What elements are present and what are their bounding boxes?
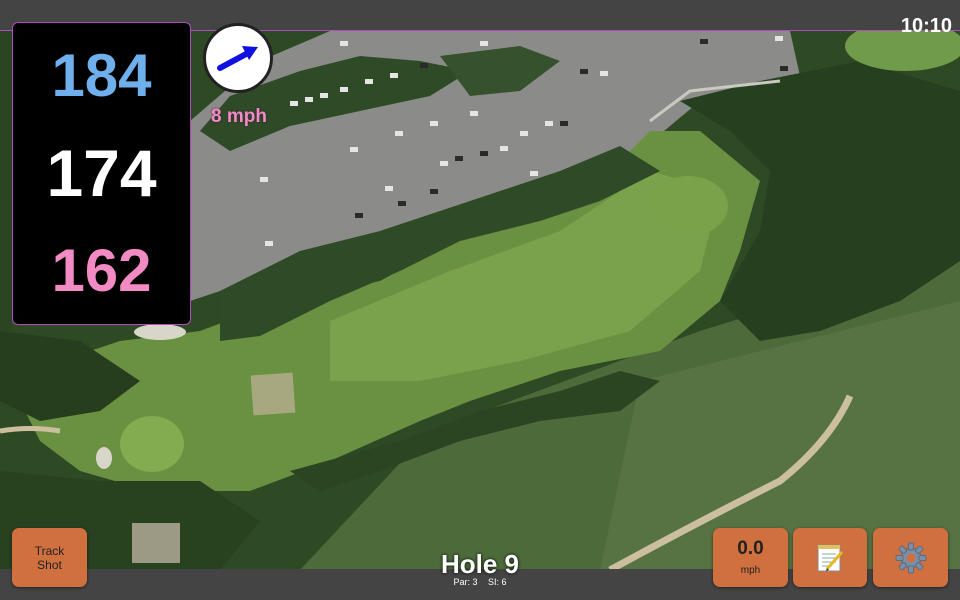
notepad-icon <box>817 544 844 571</box>
middle-distance: 174 <box>46 136 157 210</box>
back-distance: 184 <box>51 42 152 109</box>
gear-icon <box>895 542 926 573</box>
hole-title: Hole 9 <box>440 549 520 579</box>
wind-indicator <box>203 23 273 93</box>
notes-button[interactable] <box>793 528 867 587</box>
wind-arrow-icon <box>217 46 258 71</box>
distance-panel: 184 174 162 <box>12 22 191 325</box>
wind-speed-unit: mph <box>740 565 761 576</box>
clock: 10:10 <box>900 15 952 37</box>
wind-speed-value: 0.0 <box>737 538 764 559</box>
settings-button[interactable] <box>873 528 948 587</box>
track-shot-label-line1: Track <box>34 543 65 558</box>
wind-speed-label: 8 mph <box>211 106 267 127</box>
hole-stroke-index: SI: 6 <box>488 577 507 587</box>
hole-par: Par: 3 <box>453 577 478 587</box>
hole-info: Par: 3 SI: 6 <box>380 577 580 587</box>
front-distance: 162 <box>51 237 152 304</box>
track-shot-label-line2: Shot <box>37 557 62 572</box>
wind-speed-button[interactable]: 0.0 mph <box>713 528 788 587</box>
track-shot-button[interactable]: Track Shot <box>12 528 87 587</box>
